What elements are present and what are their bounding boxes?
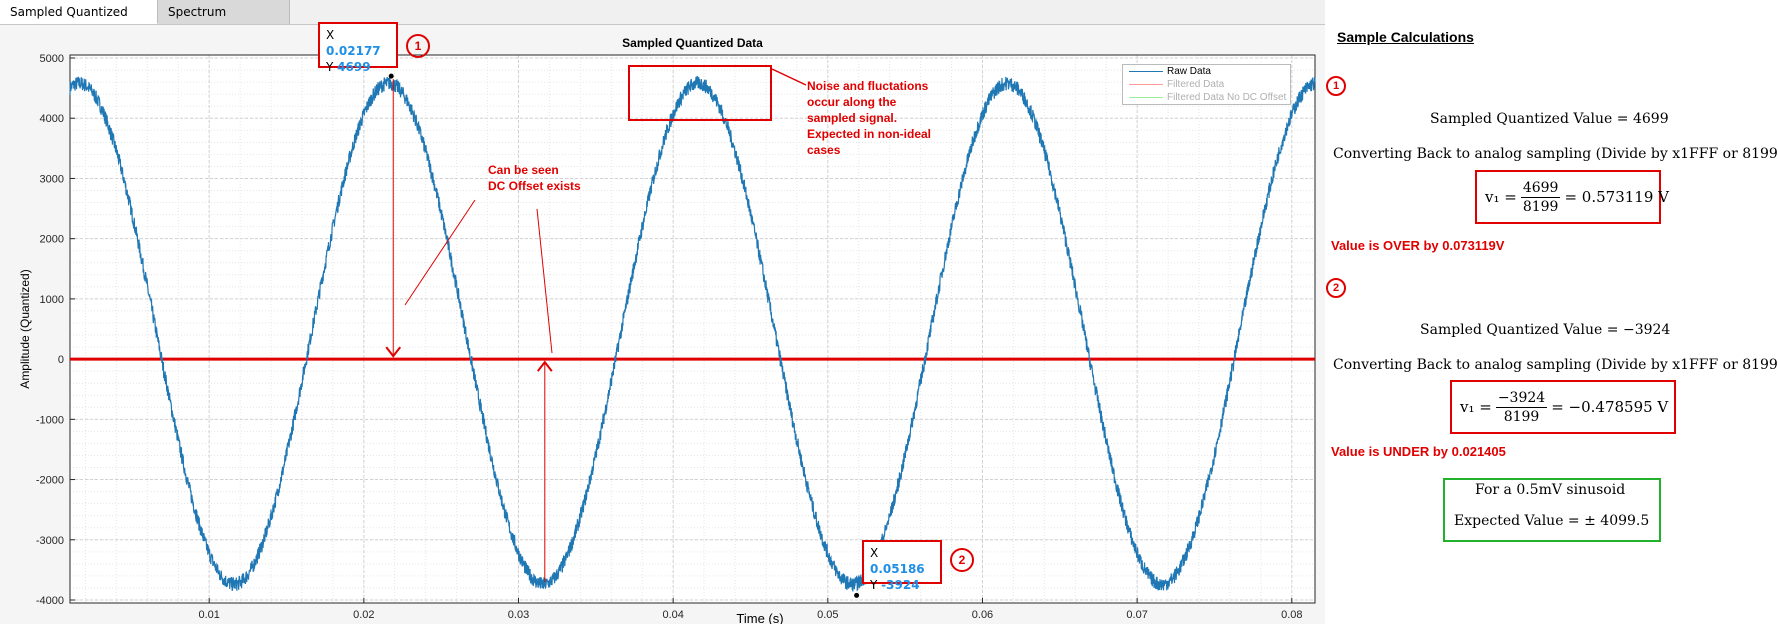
y-tick-label: -3000	[36, 535, 64, 547]
calc-line-2a: Sampled Quantized Value = −3924	[1420, 322, 1671, 338]
eq1-fraction: 4699 8199	[1520, 179, 1561, 216]
axes-background	[70, 55, 1315, 603]
calc-line-1a: Sampled Quantized Value = 4699	[1430, 111, 1669, 127]
x-tick-label: 0.02	[353, 609, 374, 621]
eq1-denominator: 8199	[1522, 198, 1559, 215]
chart-legend[interactable]: Raw Data Filtered Data Filtered Data No …	[1122, 64, 1292, 105]
data-tip-point-2	[854, 592, 860, 598]
tab-sampled-quantized-data[interactable]: Sampled Quantized Data	[0, 0, 158, 43]
y-tick-label: 5000	[40, 53, 64, 65]
x-tick-label: 0.01	[198, 609, 219, 621]
y-tick-label: 2000	[40, 234, 64, 246]
tab-bar: Sampled Quantized Data Spectrum Analyzer	[0, 0, 1325, 43]
marker-circle-2: 2	[950, 548, 974, 572]
y-axis-label: Amplitude (Quantized)	[18, 269, 32, 388]
x-tick-label: 0.07	[1126, 609, 1147, 621]
noise-annotation: Noise and fluctations occur along the sa…	[807, 78, 931, 158]
y-tick-label: -2000	[36, 475, 64, 487]
legend-swatch	[1129, 84, 1163, 85]
expected-title: For a 0.5mV sinusoid	[1475, 482, 1626, 498]
eq2-lhs: v₁ =	[1460, 398, 1492, 416]
legend-swatch	[1129, 97, 1163, 98]
noise-annotation-line: cases	[807, 143, 841, 157]
result-1: Value is OVER by 0.073119V	[1331, 238, 1505, 253]
legend-label: Filtered Data No DC Offset	[1167, 92, 1287, 103]
legend-item-filtered-no-dc[interactable]: Filtered Data No DC Offset	[1123, 91, 1290, 104]
eq2-fraction: −3924 8199	[1495, 389, 1548, 426]
calculations-heading: Sample Calculations	[1337, 29, 1474, 45]
equation-1: v₁ = 4699 8199 = 0.573119 V	[1485, 176, 1669, 218]
noise-annotation-line: Expected in non-ideal	[807, 127, 932, 141]
plot-panel: 0.01 0.02 0.03 0.04 0.05 0.06 0.07 0.08 -4000 -30…	[0, 22, 1325, 624]
noise-annotation-line: sampled signal.	[807, 111, 898, 125]
y-tick-label: -1000	[36, 414, 64, 426]
x-tick-label: 0.04	[662, 609, 683, 621]
legend-label: Filtered Data	[1167, 79, 1225, 90]
calculations-panel: Sample Calculations 1 Sampled Quantized …	[1325, 0, 1778, 624]
x-tick-label: 0.03	[508, 609, 529, 621]
x-tick-label: 0.08	[1281, 609, 1302, 621]
eq2-numerator: −3924	[1495, 389, 1548, 408]
legend-item-filtered-data[interactable]: Filtered Data	[1123, 78, 1290, 91]
eq1-numerator: 4699	[1520, 179, 1561, 198]
data-tip-y-label: Y	[326, 60, 334, 74]
result-2: Value is UNDER by 0.021405	[1331, 444, 1506, 459]
data-tip-x-value: 0.02177	[326, 44, 381, 58]
x-tick-label: 0.05	[817, 609, 838, 621]
y-tick-label: 1000	[40, 294, 64, 306]
y-tick-label: 3000	[40, 173, 64, 185]
x-tick-label: 0.06	[972, 609, 993, 621]
expected-line: Expected Value = ± 4099.5	[1454, 513, 1650, 529]
calc-marker-1: 1	[1326, 76, 1346, 96]
data-tip-y-label: Y	[870, 578, 878, 592]
dc-annotation-line: DC Offset exists	[488, 179, 581, 193]
data-tip-x-value: 0.05186	[870, 562, 925, 576]
noise-annotation-line: occur along the	[807, 95, 897, 109]
y-tick-label: -4000	[36, 595, 64, 607]
equation-2: v₁ = −3924 8199 = −0.478595 V	[1460, 386, 1668, 428]
data-tip-x-label: X	[326, 28, 335, 42]
noise-highlight-box	[628, 65, 772, 121]
calc-line-2b: Converting Back to analog sampling (Divi…	[1333, 357, 1778, 373]
y-tick-label: 0	[58, 354, 64, 366]
calc-marker-2: 2	[1326, 278, 1346, 298]
data-tip-2[interactable]: X 0.05186 Y -3924	[862, 540, 942, 592]
data-tip-1[interactable]: X 0.02177 Y 4699	[318, 22, 398, 74]
tab-spectrum-analyzer[interactable]: Spectrum Analyzer	[158, 0, 290, 43]
eq2-rhs: = −0.478595 V	[1551, 398, 1669, 416]
data-tip-y-value: -3924	[881, 578, 920, 592]
eq1-lhs: v₁ =	[1485, 188, 1517, 206]
legend-swatch	[1129, 71, 1163, 72]
eq1-rhs: = 0.573119 V	[1564, 188, 1669, 206]
marker-circle-1: 1	[406, 34, 430, 58]
legend-label: Raw Data	[1167, 66, 1211, 77]
noise-annotation-line: Noise and fluctations	[807, 79, 929, 93]
x-axis-label: Time (s)	[736, 611, 783, 624]
data-tip-x-label: X	[870, 546, 879, 560]
eq2-denominator: 8199	[1503, 408, 1540, 425]
y-tick-label: 4000	[40, 113, 64, 125]
legend-item-raw-data[interactable]: Raw Data	[1123, 65, 1290, 78]
chart-title: Sampled Quantized Data	[622, 36, 763, 50]
calc-line-1b: Converting Back to analog sampling (Divi…	[1333, 146, 1778, 162]
dc-annotation-line: Can be seen	[488, 163, 559, 177]
data-tip-y-value: 4699	[337, 60, 371, 74]
dc-offset-annotation: Can be seen DC Offset exists	[488, 162, 581, 194]
